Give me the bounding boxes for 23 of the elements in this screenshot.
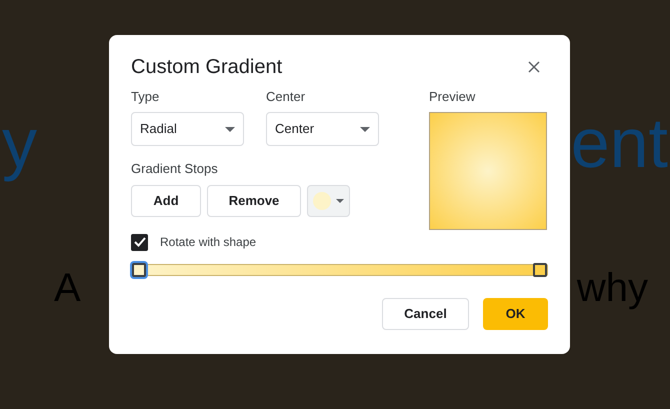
checkbox[interactable] (131, 234, 148, 250)
color-picker-button[interactable] (307, 185, 350, 217)
color-swatch (313, 192, 331, 210)
close-icon[interactable] (528, 61, 540, 73)
caret-icon (336, 199, 344, 203)
gradient-stop-handle[interactable] (533, 263, 547, 277)
gradient-stop-handle[interactable] (132, 263, 146, 277)
preview-label: Preview (429, 90, 476, 103)
field-label: Type (131, 90, 160, 103)
slide-title: ent (570, 103, 668, 184)
dropdown[interactable]: Center (266, 112, 379, 146)
dropdown[interactable]: Radial (131, 112, 244, 146)
checkbox-label: Rotate with shape (160, 234, 256, 251)
caret-icon (225, 126, 235, 132)
caret-icon (360, 126, 370, 132)
remove-button[interactable]: Remove (207, 185, 301, 217)
slide-title: y (2, 103, 37, 184)
add-button[interactable]: Add (131, 185, 201, 217)
section-label: Gradient Stops (131, 162, 219, 175)
field-label: Center (266, 90, 306, 103)
dialog-title: Custom Gradient (131, 57, 282, 77)
cancel-button[interactable]: Cancel (382, 298, 469, 330)
ok-button[interactable]: OK (483, 298, 548, 330)
